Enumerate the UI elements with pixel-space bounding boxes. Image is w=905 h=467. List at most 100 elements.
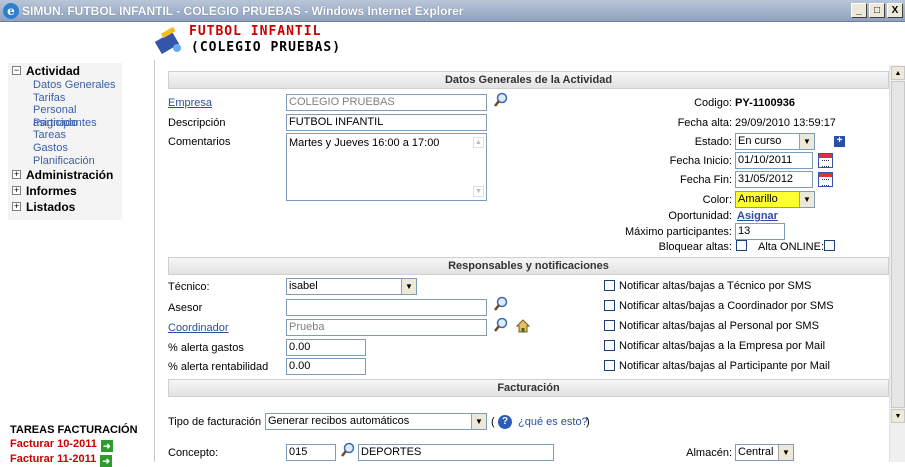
sidebar: − Actividad Datos Generales Tarifas Pers… <box>0 60 155 467</box>
comentarios-text: Martes y Jueves 16:00 a 17:00 <box>289 137 440 149</box>
expand-icon[interactable]: + <box>12 170 21 180</box>
task-label: Facturar 10-2011 <box>10 438 97 450</box>
scroll-up-icon[interactable]: ▲ <box>473 137 484 148</box>
notify-empresa-mail-checkbox[interactable] <box>604 340 615 351</box>
fecha-alta-label: Fecha alta: <box>677 117 732 129</box>
notify-personal-sms-checkbox[interactable] <box>604 320 615 331</box>
estado-select[interactable]: En curso ▼ <box>735 133 815 150</box>
fecha-inicio-label: Fecha Inicio: <box>669 155 732 167</box>
concepto-field[interactable]: DEPORTES <box>358 444 554 461</box>
notify-tecnico-sms-checkbox[interactable] <box>604 280 615 291</box>
add-estado-icon[interactable]: + <box>834 136 845 147</box>
maximize-button[interactable]: □ <box>869 3 885 18</box>
alerta-rentabilidad-label: % alerta rentabilidad <box>168 361 269 373</box>
notify-tecnico-sms-label: Notificar altas/bajas a Técnico por SMS <box>619 280 812 292</box>
tree-item-gastos[interactable]: Gastos <box>8 142 122 155</box>
empresa-field[interactable]: COLEGIO PRUEBAS <box>286 94 487 111</box>
notify-personal-sms-label: Notificar altas/bajas al Personal por SM… <box>619 320 819 332</box>
minimize-button[interactable]: _ <box>851 3 867 18</box>
section-header-general: Datos Generales de la Actividad <box>168 71 889 89</box>
collapse-icon[interactable]: − <box>12 66 21 75</box>
fecha-inicio-field[interactable]: 01/10/2011 <box>735 152 813 169</box>
asesor-label: Asesor <box>168 302 203 314</box>
vertical-scrollbar[interactable]: ▲ ▼ <box>889 65 905 462</box>
color-select[interactable]: Amarillo ▼ <box>735 191 815 208</box>
chevron-down-icon[interactable]: ▼ <box>799 134 814 149</box>
scroll-down-icon[interactable]: ▼ <box>891 409 905 423</box>
scroll-down-icon[interactable]: ▼ <box>473 186 484 197</box>
expand-icon[interactable]: + <box>12 202 21 212</box>
app-header: FUTBOL INFANTIL (COLEGIO PRUEBAS) <box>0 22 905 60</box>
task-label: Facturar 11-2011 <box>10 453 97 465</box>
alerta-gastos-field[interactable]: 0.00 <box>286 339 366 356</box>
search-icon[interactable] <box>493 317 509 333</box>
notify-empresa-mail-label: Notificar altas/bajas a la Empresa por M… <box>619 340 826 352</box>
concepto-label: Concepto: <box>168 447 219 459</box>
coordinador-field[interactable]: Prueba <box>286 319 487 336</box>
oportunidad-label: Oportunidad: <box>668 210 732 222</box>
asesor-field[interactable] <box>286 299 487 316</box>
window-title: SIMUN. FUTBOL INFANTIL - COLEGIO PRUEBAS… <box>22 4 464 18</box>
tree-item-actividad[interactable]: − Actividad <box>8 63 122 79</box>
tipo-facturacion-label: Tipo de facturación <box>168 416 262 428</box>
tipo-facturacion-select[interactable]: Generar recibos automáticos ▼ <box>265 413 487 430</box>
max-participantes-field[interactable]: 13 <box>735 223 785 240</box>
alta-online-checkbox[interactable] <box>824 240 835 251</box>
asignar-link[interactable]: Asignar <box>737 209 778 223</box>
comentarios-textarea[interactable]: Martes y Jueves 16:00 a 17:00 ▲ ▼ <box>286 133 487 201</box>
activity-logo-icon <box>155 26 181 54</box>
bloquear-altas-label: Bloquear altas: <box>658 241 732 253</box>
tree-item-planificacion[interactable]: Planificación <box>8 155 122 168</box>
home-icon[interactable] <box>516 319 530 333</box>
chevron-down-icon[interactable]: ▼ <box>799 192 814 207</box>
close-button[interactable]: X <box>887 3 903 18</box>
empresa-link[interactable]: Empresa <box>168 96 212 110</box>
search-icon[interactable] <box>493 92 509 108</box>
tree-item-datos-generales[interactable]: Datos Generales <box>8 79 122 92</box>
tree-item-personal-asignado[interactable]: Personal asignado <box>8 104 122 129</box>
arrow-right-icon[interactable]: ➜ <box>100 455 113 467</box>
section-header-facturacion: Facturación <box>168 379 889 397</box>
notify-participante-mail-label: Notificar altas/bajas al Participante po… <box>619 360 830 372</box>
concepto-code-field[interactable]: 015 <box>286 444 336 461</box>
notify-participante-mail-checkbox[interactable] <box>604 360 615 371</box>
tree-item-administracion[interactable]: + Administración <box>8 167 122 183</box>
chevron-down-icon[interactable]: ▼ <box>471 414 486 429</box>
estado-label: Estado: <box>694 136 732 148</box>
task-link[interactable]: Facturar 10-2011 ➜ <box>10 438 113 452</box>
alerta-rentabilidad-field[interactable]: 0.00 <box>286 358 366 375</box>
comentarios-label: Comentarios <box>168 136 231 148</box>
color-label: Color: <box>702 194 732 206</box>
tree-item-participantes[interactable]: Participantes <box>8 117 122 130</box>
tree-item-tareas[interactable]: Tareas <box>8 129 122 142</box>
fecha-fin-field[interactable]: 31/05/2012 <box>735 171 813 188</box>
calendar-icon[interactable] <box>818 172 833 187</box>
task-link[interactable]: Facturar 11-2011 ➜ <box>10 453 113 467</box>
alta-online-label: Alta ONLINE: <box>758 241 825 253</box>
coordinador-link[interactable]: Coordinador <box>168 321 229 335</box>
help-icon[interactable]: ? <box>498 415 512 429</box>
tree-item-listados[interactable]: + Listados <box>8 199 122 215</box>
expand-icon[interactable]: + <box>12 186 21 196</box>
chevron-down-icon[interactable]: ▼ <box>401 279 416 294</box>
notify-coordinador-sms-checkbox[interactable] <box>604 300 615 311</box>
arrow-right-icon[interactable]: ➜ <box>100 440 113 452</box>
chevron-down-icon[interactable]: ▼ <box>778 445 793 460</box>
help-paren-open: ( <box>491 416 495 428</box>
calendar-icon[interactable] <box>818 153 833 168</box>
color-value: Amarillo <box>738 193 778 205</box>
help-link[interactable]: ¿qué es esto? <box>518 415 588 429</box>
tree-item-label: Actividad <box>26 64 81 78</box>
almacen-select[interactable]: Central ▼ <box>735 444 794 461</box>
tree-item-informes[interactable]: + Informes <box>8 183 122 199</box>
tree-item-tarifas[interactable]: Tarifas <box>8 92 122 105</box>
descripcion-field[interactable]: FUTBOL INFANTIL <box>286 114 487 131</box>
bloquear-altas-checkbox[interactable] <box>736 240 747 251</box>
search-icon[interactable] <box>493 296 509 312</box>
ie-icon: e <box>3 3 19 19</box>
search-icon[interactable] <box>340 442 356 458</box>
tecnico-select[interactable]: isabel ▼ <box>286 278 417 295</box>
scroll-up-icon[interactable]: ▲ <box>891 66 905 80</box>
scrollbar-thumb[interactable] <box>891 81 905 408</box>
tree-item-label: Listados <box>26 200 76 215</box>
